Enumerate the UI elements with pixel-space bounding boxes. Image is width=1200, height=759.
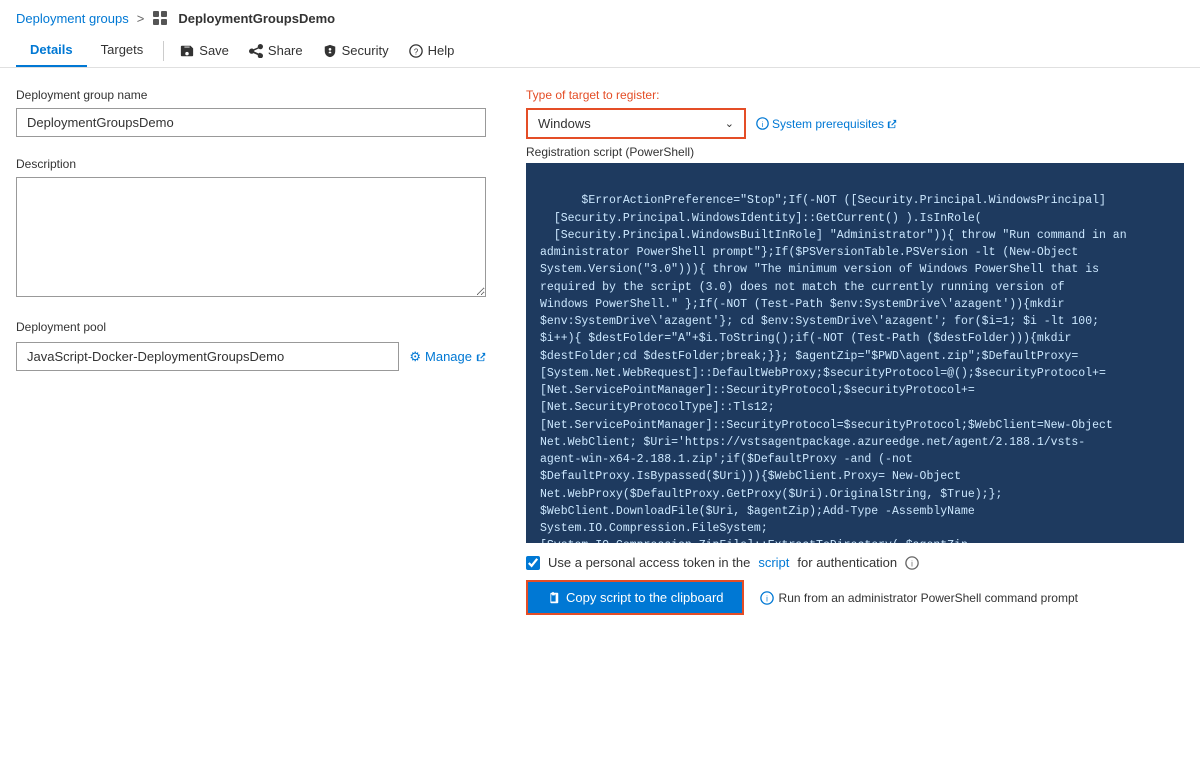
- dropdown-row: Windows ⌄ i System prerequisites: [526, 108, 1184, 139]
- name-label: Deployment group name: [16, 88, 486, 102]
- run-note-text: Run from an administrator PowerShell com…: [779, 591, 1078, 605]
- breadcrumb-current: DeploymentGroupsDemo: [178, 11, 335, 26]
- pool-input[interactable]: [16, 342, 399, 371]
- desc-section: Description: [16, 157, 486, 300]
- svg-text:i: i: [911, 559, 913, 568]
- script-label: Registration script (PowerShell): [526, 145, 1184, 159]
- breadcrumb-separator: >: [137, 11, 145, 26]
- nav-divider: [163, 41, 164, 61]
- run-note: i Run from an administrator PowerShell c…: [760, 591, 1078, 605]
- breadcrumb-deployment-groups[interactable]: Deployment groups: [16, 11, 129, 26]
- svg-text:?: ?: [413, 47, 418, 56]
- save-label: Save: [199, 43, 229, 58]
- right-panel: Type of target to register: Windows ⌄ i …: [526, 88, 1184, 615]
- external-link-icon: [476, 352, 486, 362]
- checkbox-label-post: for authentication: [797, 555, 897, 570]
- share-button[interactable]: Share: [239, 37, 313, 64]
- security-label: Security: [342, 43, 389, 58]
- security-button[interactable]: Security: [313, 37, 399, 64]
- content: Deployment group name Description Deploy…: [0, 68, 1200, 635]
- tab-targets[interactable]: Targets: [87, 34, 158, 67]
- left-panel: Deployment group name Description Deploy…: [16, 88, 486, 615]
- manage-link[interactable]: ⚙ Manage: [409, 349, 486, 365]
- help-button[interactable]: ? Help: [399, 37, 465, 64]
- share-label: Share: [268, 43, 303, 58]
- copy-script-button[interactable]: Copy script to the clipboard: [526, 580, 744, 615]
- pool-row: ⚙ Manage: [16, 342, 486, 371]
- script-link[interactable]: script: [758, 555, 789, 570]
- svg-text:i: i: [762, 120, 764, 129]
- name-input[interactable]: [16, 108, 486, 137]
- checkbox-label-pre: Use a personal access token in the: [548, 555, 750, 570]
- script-box: $ErrorActionPreference="Stop";If(-NOT ([…: [526, 163, 1184, 543]
- sys-prereq-link[interactable]: i System prerequisites: [756, 117, 897, 131]
- checkbox-row: Use a personal access token in the scrip…: [526, 555, 1184, 570]
- dropdown-value: Windows: [538, 116, 591, 131]
- share-icon: [249, 44, 263, 58]
- manage-gear-icon: ⚙: [409, 349, 421, 365]
- pat-checkbox[interactable]: [526, 556, 540, 570]
- help-label: Help: [428, 43, 455, 58]
- header: Deployment groups > DeploymentGroupsDemo…: [0, 0, 1200, 68]
- copy-btn-label: Copy script to the clipboard: [566, 590, 724, 605]
- type-label: Type of target to register:: [526, 88, 1184, 102]
- info-circle-icon: i: [756, 117, 769, 130]
- security-icon: [323, 44, 337, 58]
- desc-label: Description: [16, 157, 486, 171]
- deployment-group-icon: [152, 10, 168, 26]
- nav-tabs: Details Targets Save Share Security ? He…: [16, 34, 1184, 67]
- save-button[interactable]: Save: [170, 37, 239, 64]
- tab-details[interactable]: Details: [16, 34, 87, 67]
- chevron-down-icon: ⌄: [725, 117, 734, 130]
- svg-text:i: i: [766, 594, 768, 603]
- actions-row: Copy script to the clipboard i Run from …: [526, 580, 1184, 615]
- run-info-icon: i: [760, 591, 774, 605]
- clipboard-icon: [546, 591, 560, 605]
- pool-label: Deployment pool: [16, 320, 486, 334]
- desc-textarea[interactable]: [16, 177, 486, 297]
- save-icon: [180, 44, 194, 58]
- checkbox-info-icon[interactable]: i: [905, 556, 919, 570]
- script-content: $ErrorActionPreference="Stop";If(-NOT ([…: [540, 194, 1127, 543]
- external-link-icon2: [887, 119, 897, 129]
- help-icon: ?: [409, 44, 423, 58]
- manage-label: Manage: [425, 349, 472, 364]
- name-section: Deployment group name: [16, 88, 486, 137]
- target-type-dropdown[interactable]: Windows ⌄: [526, 108, 746, 139]
- pool-section: Deployment pool ⚙ Manage: [16, 320, 486, 371]
- sys-prereq-label: System prerequisites: [772, 117, 884, 131]
- breadcrumb: Deployment groups > DeploymentGroupsDemo: [16, 10, 1184, 26]
